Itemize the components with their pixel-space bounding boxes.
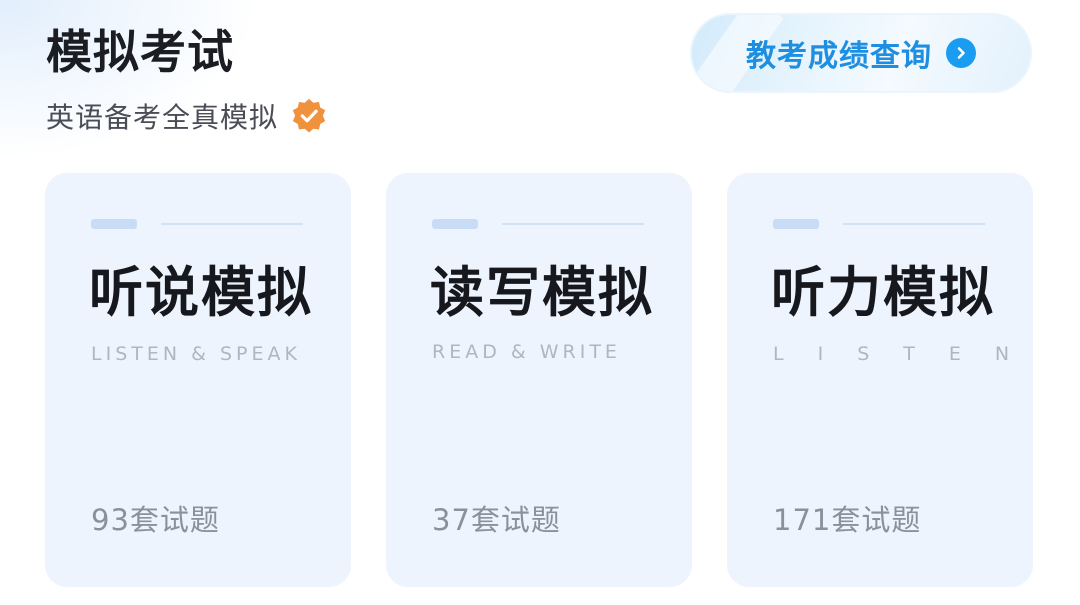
- verified-badge-icon: [290, 97, 328, 135]
- card-subtitle: READ & WRITE: [432, 341, 621, 363]
- card-subtitle: LISTEN: [773, 343, 1044, 365]
- card-title: 听力模拟: [771, 260, 995, 324]
- card-decor-tag: [91, 219, 137, 229]
- page-subtitle: 英语备考全真模拟: [46, 101, 279, 134]
- card-listen[interactable]: 听力模拟 LISTEN 171套试题: [727, 173, 1033, 587]
- page-title: 模拟考试: [46, 25, 234, 79]
- card-read-write[interactable]: 读写模拟 READ & WRITE 37套试题: [386, 173, 692, 587]
- card-decor-line: [843, 223, 985, 225]
- chevron-right-circle-icon: [946, 38, 976, 68]
- card-listen-speak[interactable]: 听说模拟 LISTEN & SPEAK 93套试题: [45, 173, 351, 587]
- score-query-label: 教考成绩查询: [746, 39, 932, 74]
- card-decor-tag: [773, 219, 819, 229]
- card-count: 93套试题: [91, 503, 220, 537]
- card-subtitle: LISTEN & SPEAK: [91, 343, 301, 365]
- card-title: 听说模拟: [89, 260, 313, 324]
- card-count: 37套试题: [432, 503, 561, 537]
- card-title: 读写模拟: [430, 260, 654, 324]
- subtitle-row: 英语备考全真模拟: [46, 94, 328, 138]
- card-decor-line: [502, 223, 644, 225]
- card-count: 171套试题: [773, 503, 922, 537]
- card-decor-line: [161, 223, 303, 225]
- score-query-button[interactable]: 教考成绩查询: [690, 13, 1032, 93]
- card-decor-tag: [432, 219, 478, 229]
